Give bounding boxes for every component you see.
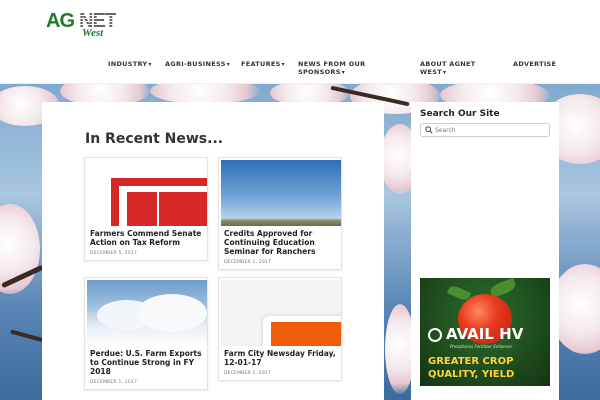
sponsor-ad-banner[interactable]: AVAIL HV Phosphorus Fertilizer Enhancer …	[420, 278, 550, 386]
search-box[interactable]	[420, 123, 550, 137]
post-title-link[interactable]: Credits Approved for Continuing Educatio…	[224, 229, 336, 256]
ad-headline-line2: QUALITY, YIELD	[428, 369, 515, 380]
post-thumbnail-image[interactable]	[221, 160, 341, 226]
post-date: DECEMBER 1, 2017	[90, 380, 138, 385]
nav-label: AGRI-BUSINESS	[165, 60, 226, 68]
chevron-down-icon: ▾	[341, 69, 346, 76]
nav-label: FEATURES	[241, 60, 281, 68]
logo-ag-text: AG	[46, 10, 75, 32]
agnet-west-logo[interactable]: AG NET West	[46, 10, 126, 40]
nav-item-industry[interactable]: INDUSTRY▾	[108, 60, 152, 69]
sidebar-title: Search Our Site	[420, 109, 500, 119]
ad-subtitle: Phosphorus Fertilizer Enhancer	[450, 344, 513, 349]
chevron-down-icon: ▾	[226, 61, 230, 68]
nav-label: ADVERTISE	[513, 60, 557, 68]
ad-headline-line1: GREATER CROP	[428, 356, 514, 367]
tree-branch	[10, 329, 45, 343]
search-icon[interactable]	[425, 126, 433, 134]
chevron-down-icon: ▾	[442, 69, 447, 76]
nav-label: ABOUT AGNET	[420, 60, 476, 68]
nav-item-features[interactable]: FEATURES▾	[241, 60, 285, 69]
sidebar: Search Our Site AVAIL HV Phosphorus Fert…	[411, 102, 559, 400]
post-title-link[interactable]: Perdue: U.S. Farm Exports to Continue St…	[90, 349, 202, 376]
post-title-link[interactable]: Farm City Newsday Friday, 12-01-17	[224, 349, 336, 367]
nav-item-sponsors[interactable]: NEWS FROM OUR SPONSORS▾	[298, 60, 365, 77]
main-navigation: INDUSTRY▾ AGRI-BUSINESS▾ FEATURES▾ NEWS …	[0, 58, 600, 78]
section-title: In Recent News...	[85, 131, 224, 147]
post-thumbnail-image[interactable]	[221, 280, 341, 346]
nav-label: WEST	[420, 68, 442, 76]
news-post-card[interactable]: Perdue: U.S. Farm Exports to Continue St…	[84, 277, 208, 390]
nav-item-about[interactable]: ABOUT AGNET WEST▾	[420, 60, 475, 77]
chevron-down-icon: ▾	[281, 61, 285, 68]
avail-logo-icon	[428, 328, 442, 342]
nav-label: SPONSORS	[298, 68, 341, 76]
recent-news-section: In Recent News... Farmers Commend Senate…	[42, 102, 384, 400]
post-date: DECEMBER 1, 2017	[224, 371, 272, 376]
blossom-cluster	[150, 84, 260, 104]
nav-label: NEWS FROM OUR	[298, 60, 366, 68]
site-header: AG NET West INDUSTRY▾ AGRI-BUSINESS▾ FEA…	[0, 0, 600, 84]
post-date: DECEMBER 5, 2017	[90, 251, 138, 256]
nav-item-agri-business[interactable]: AGRI-BUSINESS▾	[165, 60, 230, 69]
search-input[interactable]	[435, 125, 545, 135]
post-date: DECEMBER 1, 2017	[224, 260, 272, 265]
post-thumbnail-image[interactable]	[87, 160, 207, 226]
logo-west-text: West	[82, 27, 104, 39]
chevron-down-icon: ▾	[148, 61, 152, 68]
ad-brand-text: AVAIL HV	[446, 325, 524, 343]
news-post-card[interactable]: Farm City Newsday Friday, 12-01-17 DECEM…	[218, 277, 342, 381]
nav-label: INDUSTRY	[108, 60, 148, 68]
post-thumbnail-image[interactable]	[87, 280, 207, 346]
nav-item-advertise[interactable]: ADVERTISE	[513, 60, 556, 68]
news-post-card[interactable]: Farmers Commend Senate Action on Tax Ref…	[84, 157, 208, 261]
news-post-card[interactable]: Credits Approved for Continuing Educatio…	[218, 157, 342, 270]
post-title-link[interactable]: Farmers Commend Senate Action on Tax Ref…	[90, 229, 202, 247]
